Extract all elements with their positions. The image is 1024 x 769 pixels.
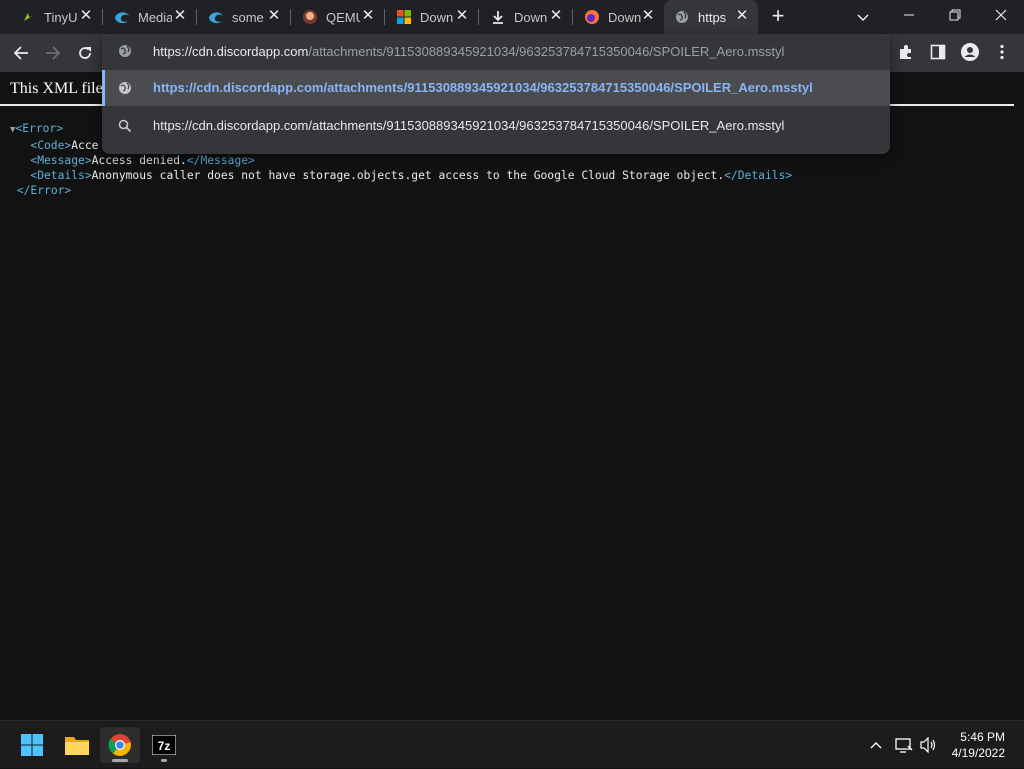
reload-button[interactable] [70,38,100,68]
tab-strip: TinyU ✕ Media ✕ some ✕ QEMU ✕ Down ✕ [0,0,1024,34]
tab-separator [384,9,385,25]
close-window-button[interactable] [978,0,1024,30]
close-icon[interactable]: ✕ [734,8,750,24]
7zip-label: 7z [158,739,171,753]
minimize-button[interactable] [886,0,932,30]
tinyurl-icon [20,9,36,25]
tab-qemu[interactable]: QEMU ✕ [292,0,384,34]
url-path: /attachments/911530889345921034/96325378… [308,44,785,59]
omnibox-dropdown: https://cdn.discordapp.com/attachments/9… [102,34,890,154]
tab-title: Media [138,9,172,25]
active-app-indicator [112,759,128,762]
globe-icon [118,44,132,63]
xml-text: Anonymous caller does not have storage.o… [91,169,725,182]
tab-download-firefox[interactable]: Down ✕ [574,0,664,34]
close-icon[interactable]: ✕ [360,8,376,24]
side-panel-icon[interactable] [923,36,953,68]
tab-title: TinyU [44,9,78,25]
xml-tag: </Message> [186,154,255,167]
tab-separator [478,9,479,25]
globe-icon [118,81,132,100]
tab-title: https [698,9,727,25]
close-icon[interactable]: ✕ [172,8,188,24]
network-icon[interactable] [893,721,915,769]
xml-tag: </Error> [16,184,72,197]
7zip-icon[interactable]: 7z [144,727,184,763]
running-app-indicator [161,759,167,762]
xml-tag: <Code> [30,139,72,152]
tab-title: QEMU [326,9,360,25]
page-content: This XML file ▼<Error> <Code>Acce <Messa… [0,72,1024,720]
tab-download[interactable]: Down ✕ [480,0,572,34]
tab-title: Down [514,9,548,25]
edge-icon [208,9,224,25]
tab-media[interactable]: Media ✕ [104,0,196,34]
chrome-icon[interactable] [100,727,140,763]
xml-tag: <Message> [30,154,92,167]
address-bar[interactable]: https://cdn.discordapp.com/attachments/9… [102,34,890,70]
tab-separator [572,9,573,25]
taskbar: 7z 5:46 PM 4/19/2022 [0,720,1024,768]
menu-kebab-icon[interactable] [987,36,1017,68]
tab-download-ms[interactable]: Down ✕ [386,0,478,34]
start-icon[interactable] [12,727,52,763]
xml-tag: <Error> [15,122,64,135]
globe-icon [674,9,690,25]
close-icon[interactable]: ✕ [78,8,94,24]
restore-button[interactable] [932,0,978,30]
xml-text: Access denied. [91,154,187,167]
suggestion-text: https://cdn.discordapp.com/attachments/9… [153,80,813,95]
close-icon[interactable]: ✕ [548,8,564,24]
address-text[interactable]: https://cdn.discordapp.com/attachments/9… [153,44,784,59]
suggestion-text: https://cdn.discordapp.com/attachments/9… [153,118,785,133]
tab-title: Down [608,9,642,25]
tab-separator [102,9,103,25]
xml-text: Acce [71,139,99,152]
microsoft-icon [396,9,412,25]
tab-separator [290,9,291,25]
tab-title: some [232,9,264,25]
url-host: https://cdn.discordapp.com [153,44,309,59]
show-hidden-icons-chevron-icon[interactable] [866,721,886,769]
tab-separator [196,9,197,25]
search-icon [118,119,132,138]
tab-https-active[interactable]: https ✕ [664,0,758,34]
suggestion-search[interactable]: https://cdn.discordapp.com/attachments/9… [102,108,890,144]
xml-tag: </Details> [724,169,793,182]
profile-avatar[interactable] [955,36,985,68]
tab-tinyurl[interactable]: TinyU ✕ [10,0,102,34]
tab-search-button[interactable] [852,6,874,28]
qemu-icon [302,9,318,25]
clock-time: 5:46 PM [960,730,1005,744]
tab-title: Down [420,9,454,25]
close-icon[interactable]: ✕ [454,8,470,24]
new-tab-button[interactable]: + [766,5,790,29]
extensions-icon[interactable] [891,36,921,68]
xml-tag: <Details> [30,169,92,182]
back-button[interactable] [6,38,36,68]
volume-icon[interactable] [918,721,940,769]
download-icon [490,9,506,25]
close-icon[interactable]: ✕ [266,8,282,24]
xml-info-banner: This XML file [10,80,103,97]
close-icon[interactable]: ✕ [640,8,656,24]
forward-button[interactable] [38,38,68,68]
edge-icon [114,9,130,25]
tab-some[interactable]: some ✕ [198,0,290,34]
suggestion-url[interactable]: https://cdn.discordapp.com/attachments/9… [102,70,890,106]
clock-date: 4/19/2022 [951,746,1005,760]
file-explorer-icon[interactable] [57,727,97,763]
firefox-icon [584,9,600,25]
system-clock[interactable]: 5:46 PM 4/19/2022 [952,729,1005,761]
